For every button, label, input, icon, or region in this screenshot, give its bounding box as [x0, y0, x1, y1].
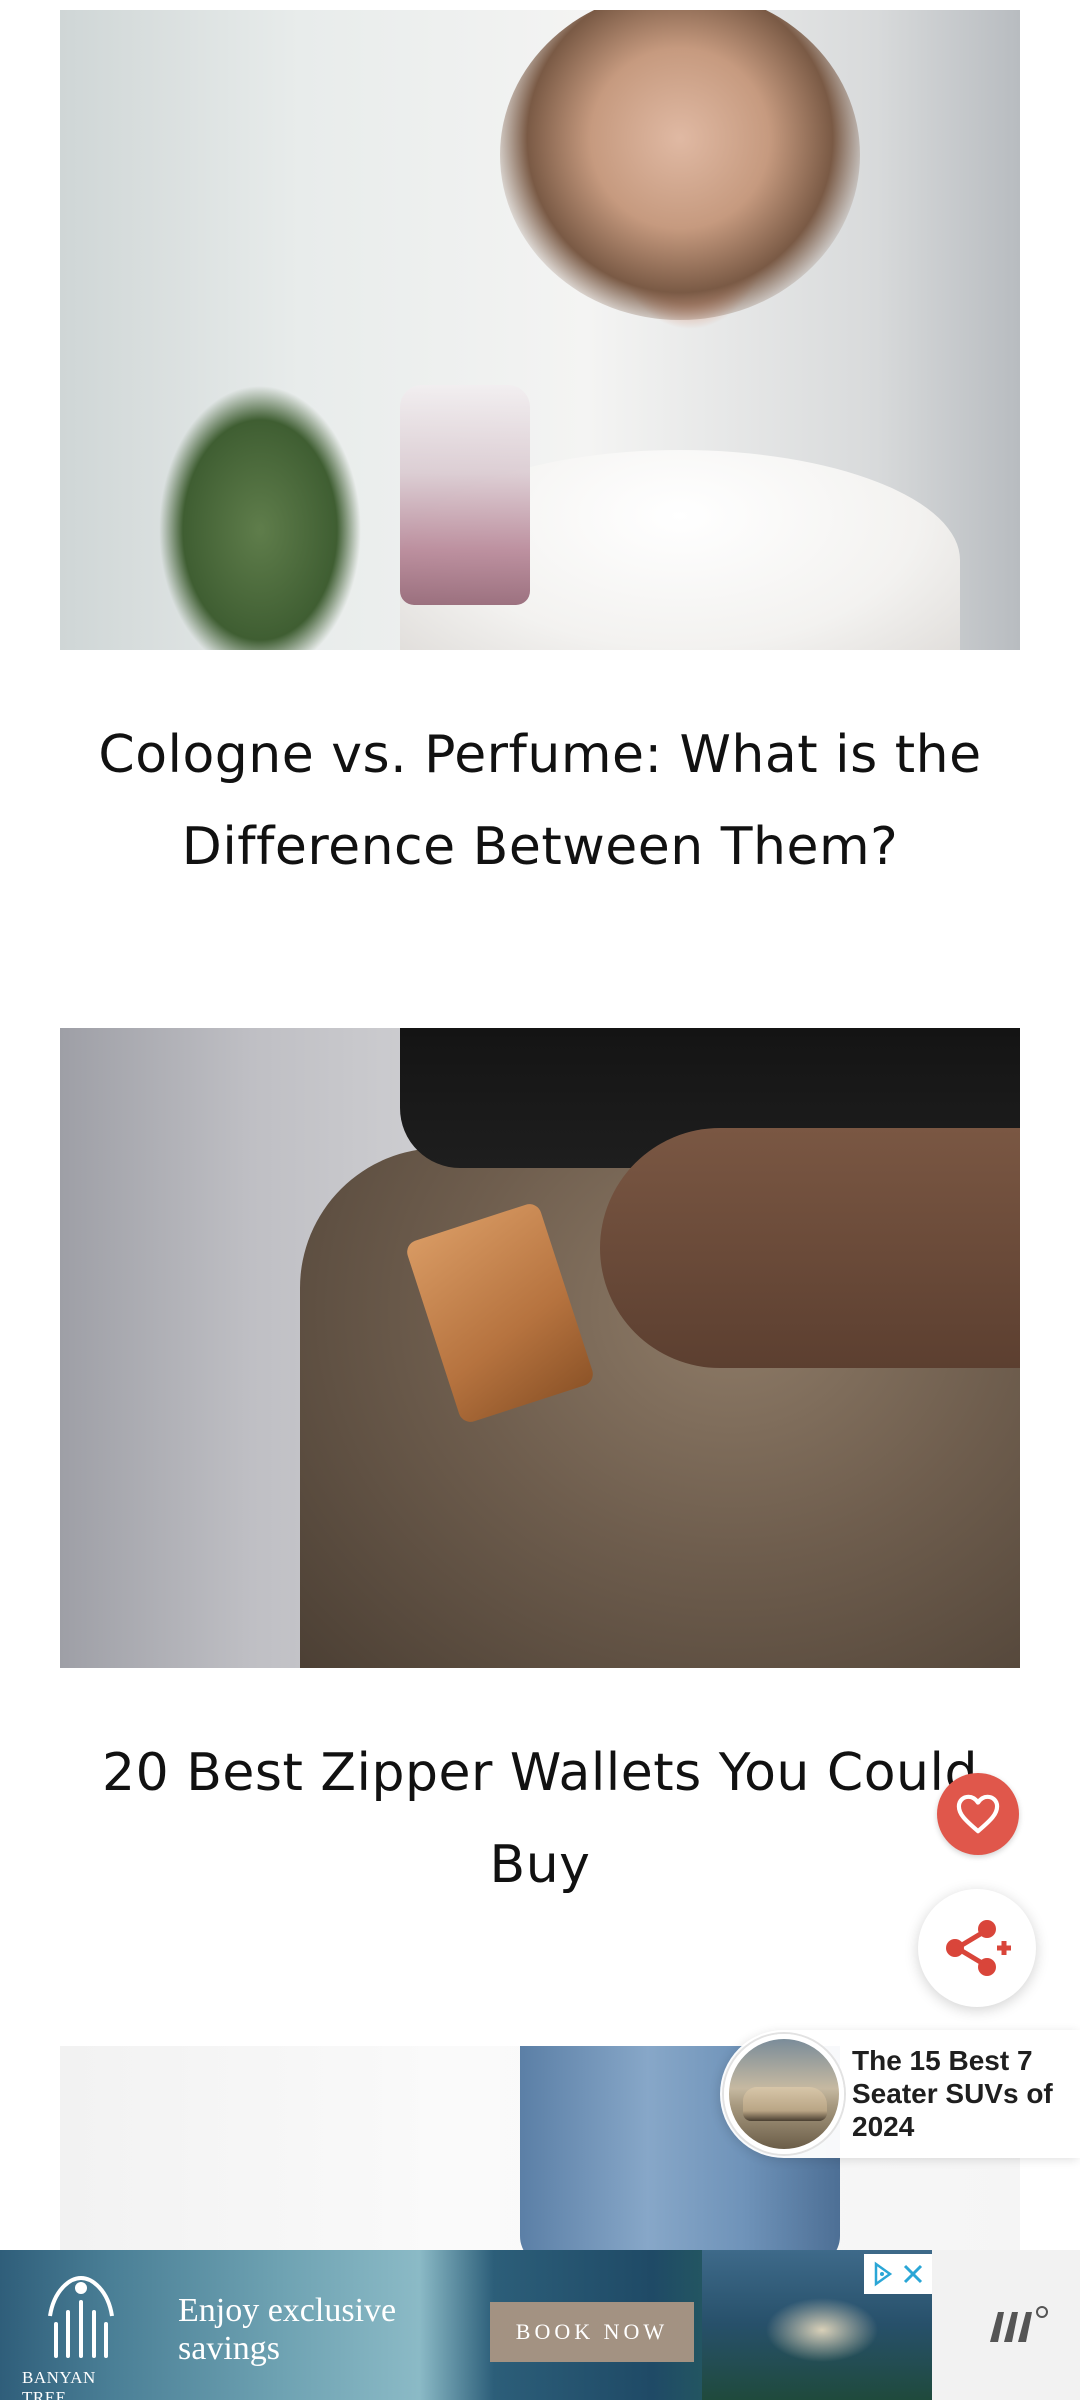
mediavine-logo-icon[interactable] [986, 2300, 1050, 2350]
perfume-bottle-detail [400, 385, 530, 605]
close-icon[interactable] [901, 2262, 925, 2286]
car-detail [743, 2087, 827, 2121]
book-now-button[interactable]: BOOK NOW [490, 2302, 694, 2362]
recommended-article-title[interactable]: The 15 Best 7 Seater SUVs of 2024 [852, 2044, 1072, 2143]
heart-icon [956, 1794, 1000, 1834]
share-button[interactable] [918, 1889, 1036, 2007]
adchoices-icon[interactable] [872, 2261, 894, 2287]
ad-headline: Enjoy exclusive savings [178, 2292, 397, 2367]
photo-detail [500, 10, 860, 320]
ad-creative[interactable]: BANYAN TREE Enjoy exclusive savings BOOK… [0, 2250, 932, 2400]
favorite-button[interactable] [937, 1773, 1019, 1855]
ad-choices-controls[interactable] [864, 2254, 932, 2294]
ad-brand-name: BANYAN TREE [22, 2368, 96, 2400]
photo-detail [600, 1128, 1020, 1368]
recommended-article-popup[interactable]: The 15 Best 7 Seater SUVs of 2024 [720, 2030, 1080, 2158]
article-image[interactable] [60, 1028, 1020, 1668]
article-title[interactable]: 20 Best Zipper Wallets You Could Buy [60, 1727, 1020, 1911]
share-plus-icon [946, 1920, 1011, 1976]
suv-thumbnail [724, 2034, 844, 2154]
article-title[interactable]: Cologne vs. Perfume: What is the Differe… [60, 709, 1020, 893]
banyan-tree-logo-icon [48, 2275, 114, 2358]
article-image[interactable] [60, 10, 1020, 650]
